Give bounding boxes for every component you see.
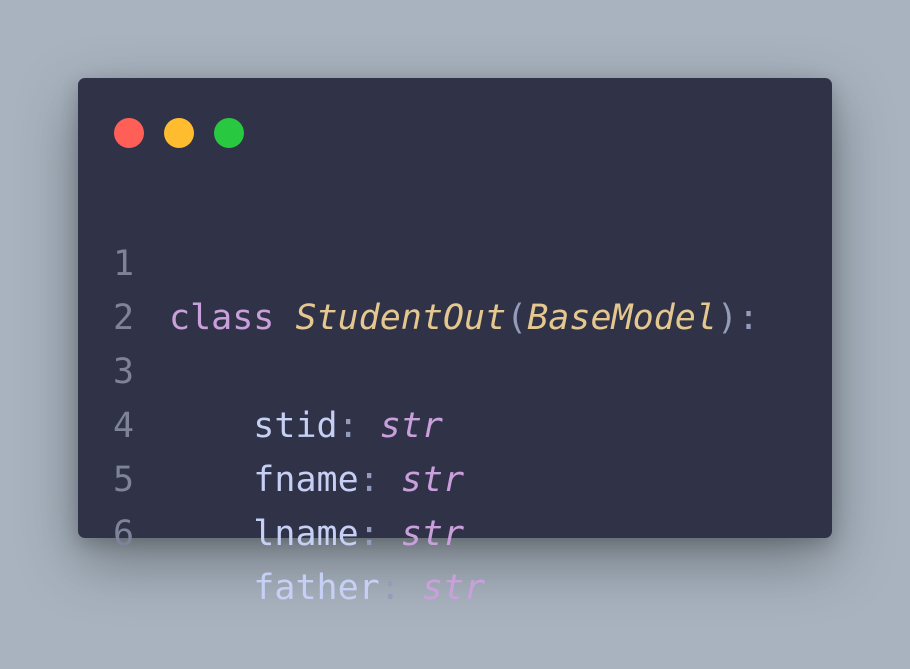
- code-line-4: 4 fname: str: [78, 345, 832, 500]
- code-line-3: 3 stid: str: [78, 291, 832, 446]
- code-text: father: str: [169, 561, 485, 615]
- field-name: lname: [253, 514, 359, 554]
- line-number: 6: [113, 514, 135, 554]
- close-window-dot-icon[interactable]: [114, 118, 144, 148]
- code-line-1: 1 class StudentOut(BaseModel):: [78, 183, 832, 338]
- field-type: str: [400, 514, 465, 554]
- code-block: 1 class StudentOut(BaseModel): 2 3 stid:…: [78, 183, 832, 608]
- maximize-window-dot-icon[interactable]: [214, 118, 244, 148]
- colon: :: [379, 568, 401, 608]
- field-name: father: [253, 568, 380, 608]
- code-line-2: 2: [78, 237, 832, 338]
- code-line-6: 6 father: str: [78, 453, 832, 608]
- minimize-window-dot-icon[interactable]: [164, 118, 194, 148]
- colon: :: [358, 514, 380, 554]
- code-line-5: 5 lname: str: [78, 399, 832, 554]
- code-window: 1 class StudentOut(BaseModel): 2 3 stid:…: [78, 78, 832, 608]
- field-type: str: [421, 568, 486, 608]
- code-text: lname: str: [169, 507, 464, 561]
